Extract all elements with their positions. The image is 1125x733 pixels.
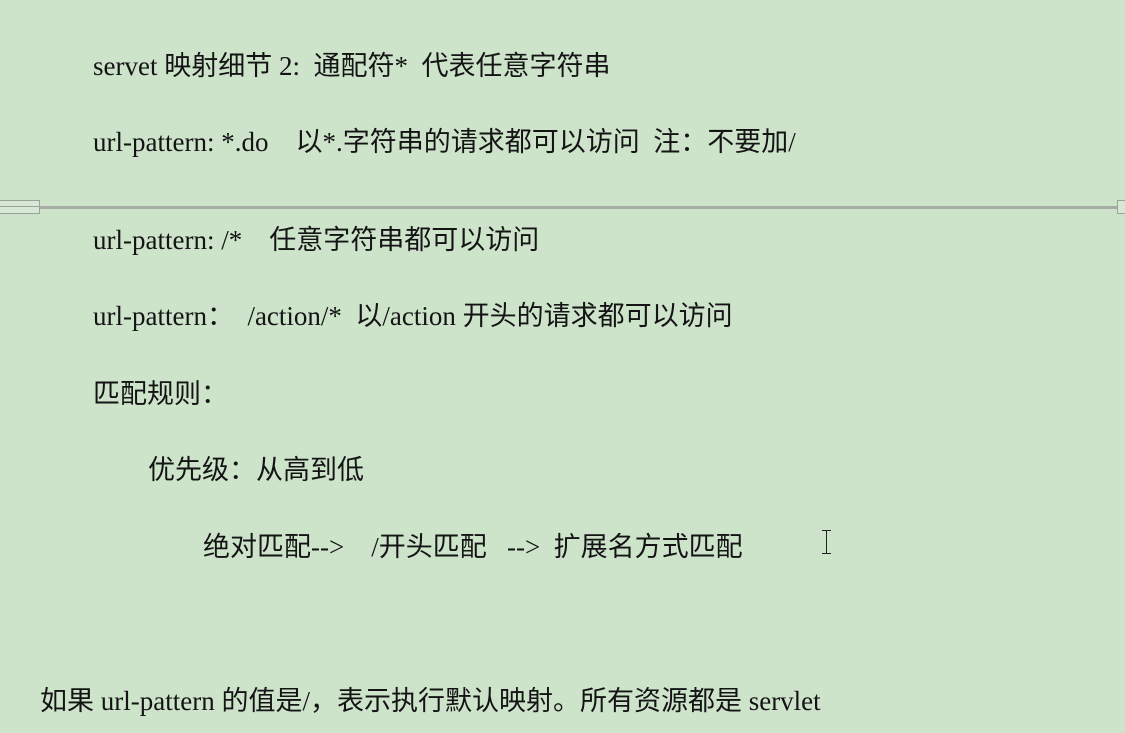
page-break-divider xyxy=(0,200,1125,214)
text-line-matching-rules-heading: 匹配规则： xyxy=(93,379,228,409)
text-cursor-icon xyxy=(822,530,832,554)
page-break-marker-right xyxy=(1117,200,1125,214)
document-page: servet 映射细节 2: 通配符* 代表任意字符串 url-pattern:… xyxy=(0,0,1125,733)
text-line-default-mapping: 如果 url-pattern 的值是/，表示执行默认映射。所有资源都是 serv… xyxy=(40,686,821,716)
text-line-pattern-action: url-pattern： /action/* 以/action 开头的请求都可以… xyxy=(93,301,733,331)
text-line-pattern-wildcard: url-pattern: /* 任意字符串都可以访问 xyxy=(93,225,540,255)
page-break-rule xyxy=(0,206,1125,209)
text-line-match-order: 绝对匹配--> /开头匹配 --> 扩展名方式匹配 xyxy=(203,532,743,562)
text-line-servlet-mapping-detail: servet 映射细节 2: 通配符* 代表任意字符串 xyxy=(93,51,611,81)
text-line-priority: 优先级：从高到低 xyxy=(148,455,364,485)
page-break-marker-left xyxy=(0,200,40,214)
text-line-pattern-extension: url-pattern: *.do 以*.字符串的请求都可以访问 注：不要加/ xyxy=(93,127,796,157)
